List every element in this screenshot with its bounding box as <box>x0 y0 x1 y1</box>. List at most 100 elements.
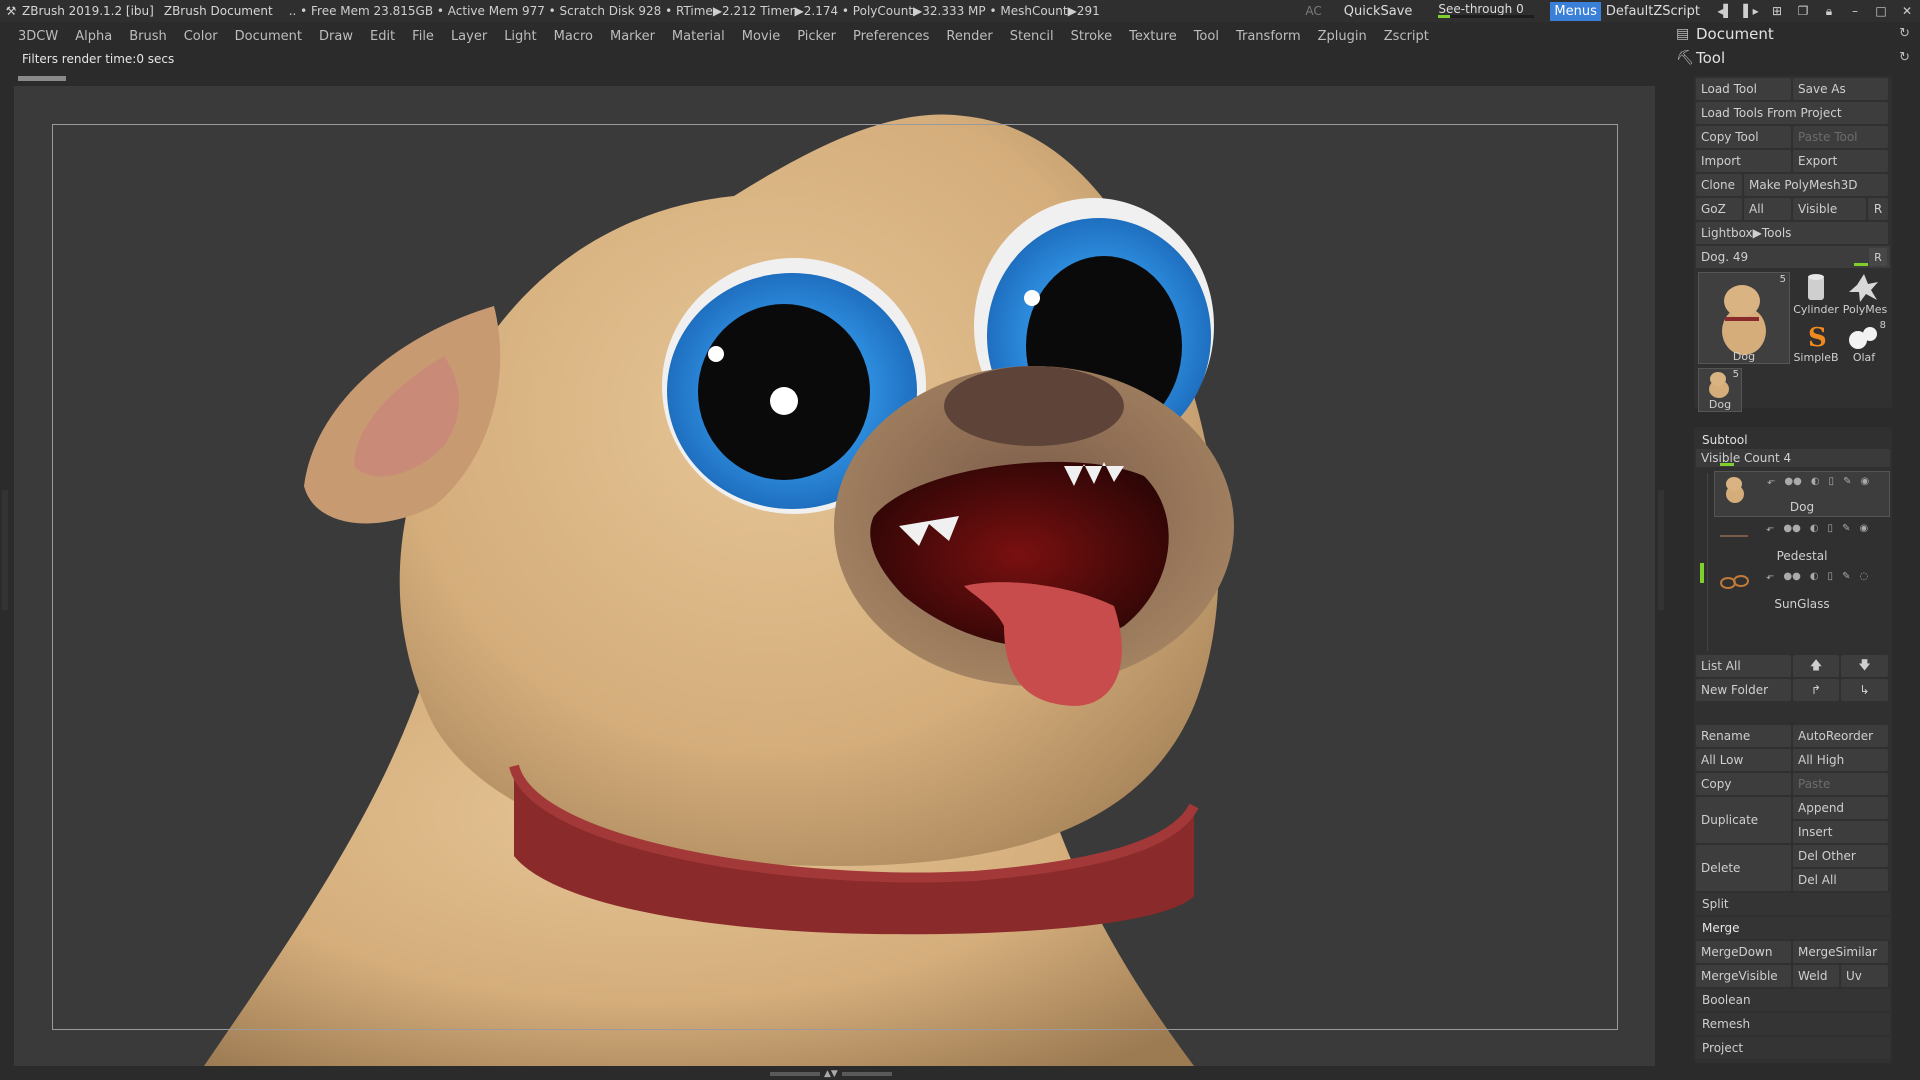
menu-stroke[interactable]: Stroke <box>1071 29 1112 44</box>
quicksave-button[interactable]: QuickSave <box>1344 4 1413 19</box>
top-shelf-slider[interactable] <box>18 76 66 81</box>
subtool-item-dog[interactable]: ⬐ ●● ◐ ▯ ✎ ◉ Dog <box>1714 471 1890 517</box>
minimize-icon[interactable]: – <box>1842 0 1868 22</box>
all-high-button[interactable]: All High <box>1793 749 1888 771</box>
menu-layer[interactable]: Layer <box>451 29 487 44</box>
toggle-icon[interactable]: ●● <box>1783 523 1800 534</box>
current-tool-r-button[interactable]: R <box>1869 248 1887 266</box>
see-through-slider[interactable]: See-through 0 <box>1434 2 1542 20</box>
layout-left-icon[interactable]: ◂▌ <box>1712 0 1738 22</box>
refresh-icon[interactable]: ↻ <box>1899 26 1910 41</box>
menu-preferences[interactable]: Preferences <box>853 29 929 44</box>
eye-icon[interactable]: ◉ <box>1860 476 1869 487</box>
merge-down-button[interactable]: MergeDown <box>1696 941 1791 963</box>
right-tray-handle[interactable] <box>1658 490 1664 610</box>
subtool-list-scrollbar[interactable] <box>1707 473 1708 651</box>
float-window-icon[interactable]: ❐ <box>1790 0 1816 22</box>
weld-button[interactable]: Weld <box>1793 965 1839 987</box>
toggle-icon[interactable]: ●● <box>1784 476 1801 487</box>
menu-marker[interactable]: Marker <box>610 29 655 44</box>
duplicate-button[interactable]: Duplicate <box>1696 797 1791 843</box>
folder-icon[interactable]: ▯ <box>1828 523 1834 534</box>
maximize-icon[interactable]: □ <box>1868 0 1894 22</box>
goz-button[interactable]: GoZ <box>1696 198 1742 220</box>
project-section[interactable]: Project <box>1696 1037 1890 1059</box>
move-into-folder-button[interactable]: ↱ <box>1793 679 1839 701</box>
close-icon[interactable]: ✕ <box>1894 0 1920 22</box>
brush-icon[interactable]: ✎ <box>1842 523 1850 534</box>
left-tray-handle[interactable] <box>2 490 8 610</box>
paste-tool-button[interactable]: Paste Tool <box>1793 126 1888 148</box>
subtool-item-sunglass[interactable]: ⬐ ●● ◐ ▯ ✎ ◌ SunGlass <box>1714 567 1890 613</box>
dim-toggle-icon[interactable]: ◐ <box>1811 476 1820 487</box>
remesh-section[interactable]: Remesh <box>1696 1013 1890 1035</box>
tool-palette-header[interactable]: ⛏ Tool ↻ <box>1668 46 1920 70</box>
menu-brush[interactable]: Brush <box>129 29 167 44</box>
del-all-button[interactable]: Del All <box>1793 869 1888 891</box>
menu-edit[interactable]: Edit <box>370 29 395 44</box>
split-section[interactable]: Split <box>1696 893 1890 915</box>
make-polymesh3d-button[interactable]: Make PolyMesh3D <box>1744 174 1888 196</box>
menu-picker[interactable]: Picker <box>797 29 836 44</box>
document-palette-header[interactable]: ▤ Document ↻ <box>1668 22 1920 46</box>
bottom-tray-handle[interactable]: ▲▼ <box>770 1069 900 1079</box>
menu-3dcw[interactable]: 3DCW <box>18 29 58 44</box>
subtool-header[interactable]: Subtool <box>1696 429 1890 449</box>
tool-thumb-dog-small[interactable]: 5 Dog <box>1698 368 1742 412</box>
menu-render[interactable]: Render <box>946 29 992 44</box>
ac-indicator[interactable]: AC <box>1305 4 1321 18</box>
insert-button[interactable]: Insert <box>1793 821 1888 843</box>
move-out-folder-button[interactable]: ↳ <box>1841 679 1888 701</box>
copy-tool-button[interactable]: Copy Tool <box>1696 126 1791 148</box>
folder-icon[interactable]: ▯ <box>1829 476 1835 487</box>
load-tools-from-project-button[interactable]: Load Tools From Project <box>1696 102 1888 124</box>
menu-stencil[interactable]: Stencil <box>1010 29 1054 44</box>
polypaint-icon[interactable]: ⬐ <box>1766 523 1774 534</box>
append-button[interactable]: Append <box>1793 797 1888 819</box>
menu-material[interactable]: Material <box>672 29 725 44</box>
current-tool-slider[interactable]: Dog. 49 R <box>1696 246 1890 268</box>
brush-icon[interactable]: ✎ <box>1842 571 1850 582</box>
menu-tool[interactable]: Tool <box>1194 29 1219 44</box>
subtool-item-pedestal[interactable]: ⬐ ●● ◐ ▯ ✎ ◉ Pedestal <box>1714 519 1890 565</box>
toggle-icon[interactable]: ●● <box>1783 571 1800 582</box>
refresh-icon[interactable]: ↻ <box>1899 50 1910 65</box>
dim-toggle-icon[interactable]: ◐ <box>1810 571 1819 582</box>
tool-thumb-olaf[interactable]: 8 Olaf <box>1842 320 1886 364</box>
menu-draw[interactable]: Draw <box>319 29 353 44</box>
boolean-section[interactable]: Boolean <box>1696 989 1890 1011</box>
menu-alpha[interactable]: Alpha <box>75 29 112 44</box>
export-button[interactable]: Export <box>1793 150 1888 172</box>
visible-count-slider[interactable]: Visible Count 4 <box>1696 449 1890 467</box>
eye-icon[interactable]: ◉ <box>1859 523 1868 534</box>
goz-visible-button[interactable]: Visible <box>1793 198 1866 220</box>
brush-icon[interactable]: ✎ <box>1843 476 1851 487</box>
menu-movie[interactable]: Movie <box>742 29 780 44</box>
new-folder-button[interactable]: New Folder <box>1696 679 1791 701</box>
dim-toggle-icon[interactable]: ◐ <box>1810 523 1819 534</box>
clone-button[interactable]: Clone <box>1696 174 1742 196</box>
polypaint-icon[interactable]: ⬐ <box>1767 476 1775 487</box>
menu-zplugin[interactable]: Zplugin <box>1318 29 1367 44</box>
list-all-button[interactable]: List All <box>1696 655 1791 677</box>
ui-layout-icon[interactable]: ⊞ <box>1764 0 1790 22</box>
menu-color[interactable]: Color <box>184 29 218 44</box>
lightbox-tools-button[interactable]: Lightbox▶Tools <box>1696 222 1888 244</box>
layout-right-icon[interactable]: ▌▸ <box>1738 0 1764 22</box>
delete-button[interactable]: Delete <box>1696 845 1791 891</box>
tool-thumb-dog[interactable]: 5 Dog <box>1698 272 1790 364</box>
del-other-button[interactable]: Del Other <box>1793 845 1888 867</box>
paste-button[interactable]: Paste <box>1793 773 1888 795</box>
lock-icon[interactable]: 🔒︎ <box>1816 0 1842 22</box>
goz-r-button[interactable]: R <box>1868 198 1888 220</box>
default-zscript-button[interactable]: DefaultZScript <box>1606 4 1700 19</box>
menu-light[interactable]: Light <box>504 29 536 44</box>
all-low-button[interactable]: All Low <box>1696 749 1791 771</box>
copy-button[interactable]: Copy <box>1696 773 1791 795</box>
move-down-button[interactable]: 🡇 <box>1841 655 1888 677</box>
menu-zscript[interactable]: Zscript <box>1384 29 1429 44</box>
eye-icon[interactable]: ◌ <box>1859 571 1868 582</box>
menus-toggle-button[interactable]: Menus <box>1550 1 1601 21</box>
rename-button[interactable]: Rename <box>1696 725 1791 747</box>
import-button[interactable]: Import <box>1696 150 1791 172</box>
